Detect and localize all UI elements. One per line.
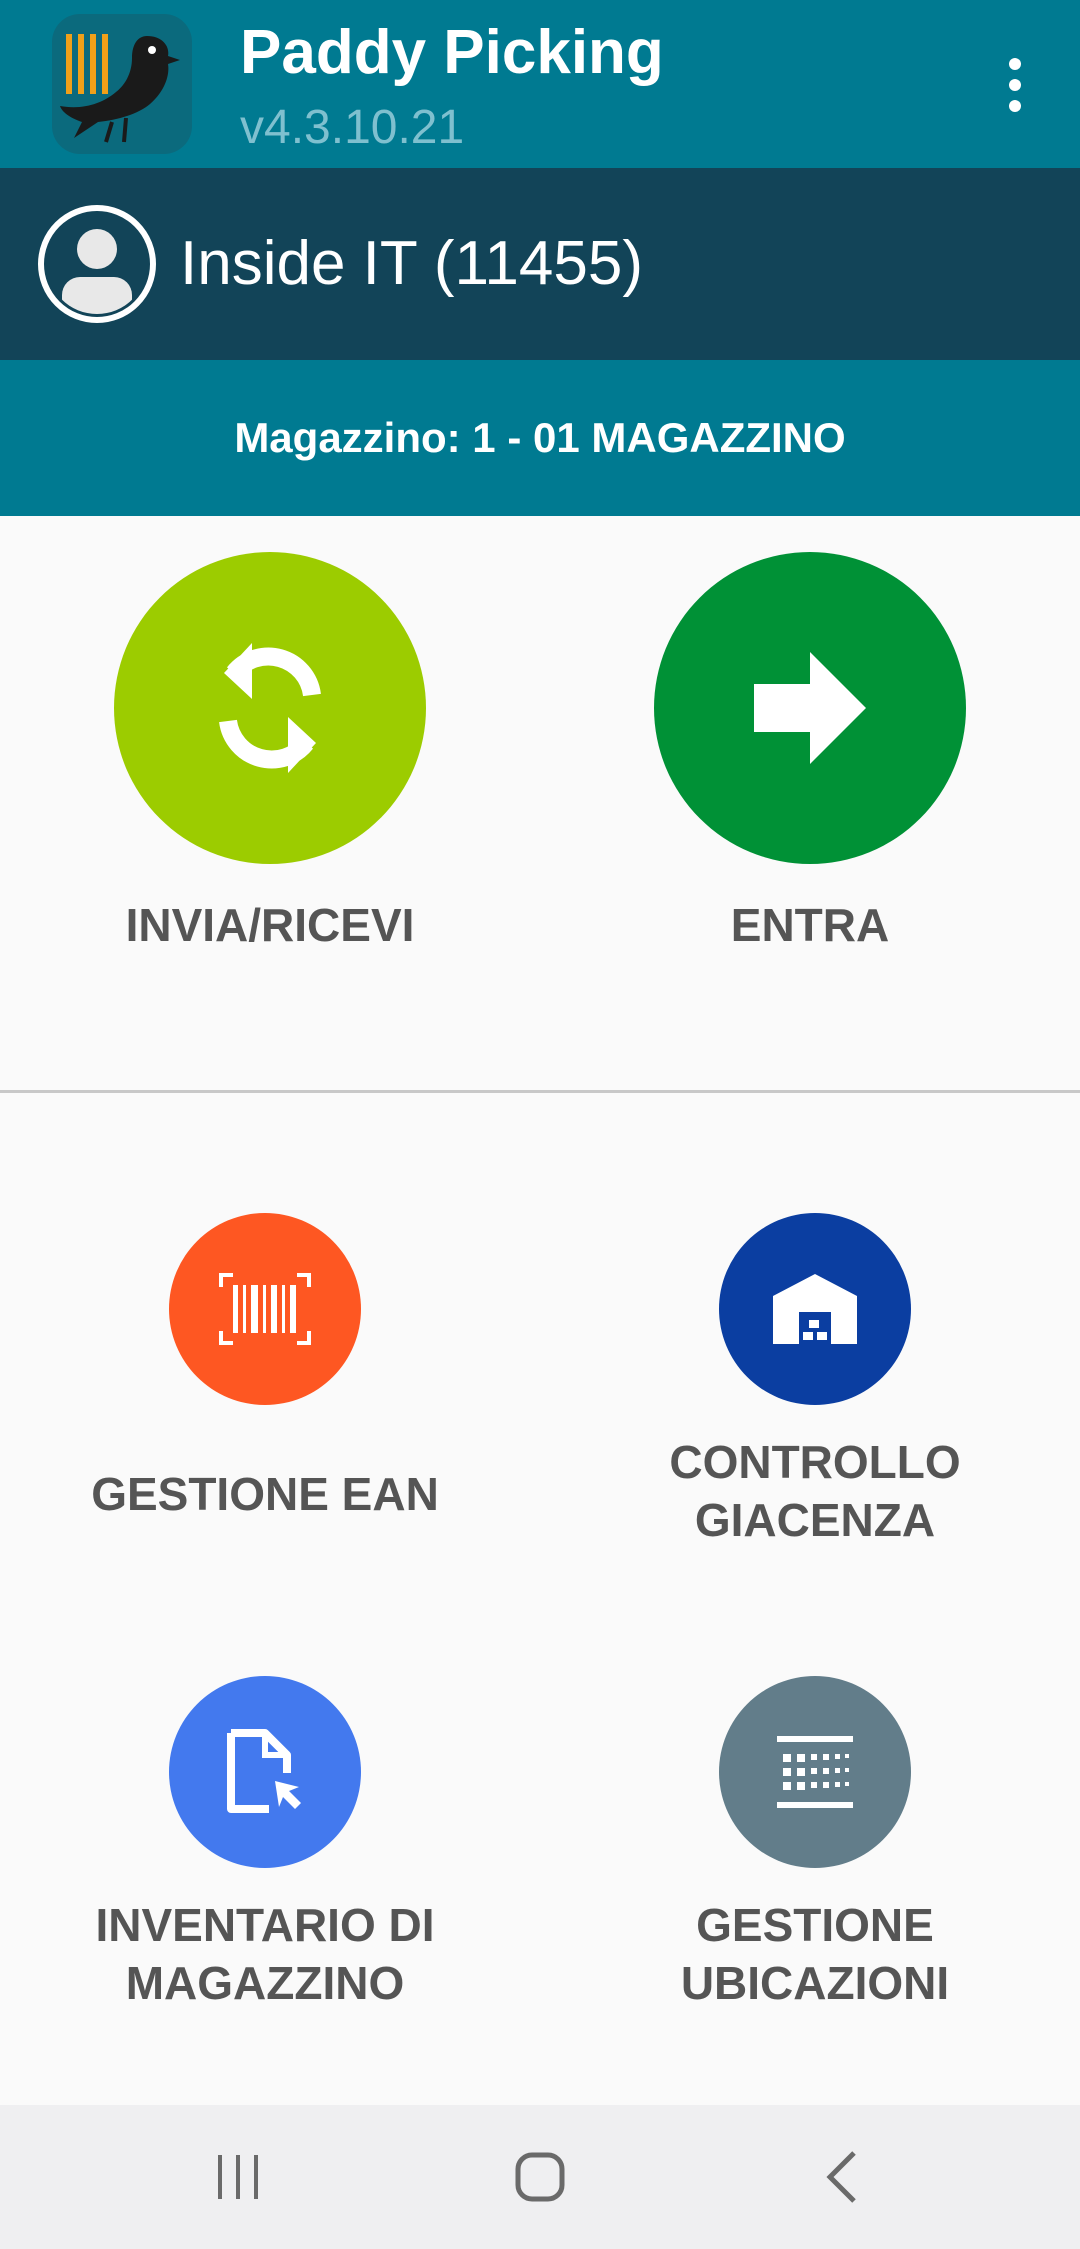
warehouse-inventory-button[interactable]: INVENTARIO DI MAGAZZINO [60,1676,470,2012]
more-vert-icon [1009,58,1021,70]
barcode-icon [169,1213,361,1405]
back-icon [826,2151,856,2203]
send-receive-label: INVIA/RICEVI [125,899,415,951]
warehouse-label: Magazzino: 1 - 01 MAGAZZINO [234,414,846,461]
ean-management-label: GESTIONE EAN [91,1468,439,1520]
shelf-grid-icon [719,1676,911,1868]
home-icon [515,2152,565,2202]
enter-label: ENTRA [730,899,890,951]
warehouse-inventory-label: INVENTARIO DI MAGAZZINO [95,1899,435,2009]
send-receive-button[interactable]: INVIA/RICEVI [90,552,450,954]
overflow-menu-button[interactable] [990,50,1040,120]
section-divider [0,1090,1080,1093]
stock-check-label: CONTROLLO GIACENZA [669,1436,961,1546]
locations-management-button[interactable]: GESTIONE UBICAZIONI [610,1676,1020,2012]
system-nav-bar [0,2105,1080,2249]
app-bar: Paddy Picking v4.3.10.21 [0,0,1080,168]
app-version: v4.3.10.21 [240,101,465,154]
recents-icon [218,2155,258,2199]
warehouse-icon [719,1213,911,1405]
more-vert-icon [1009,100,1021,112]
user-avatar-icon[interactable] [36,203,158,325]
arrow-right-icon [654,552,966,864]
back-button[interactable] [802,2141,882,2213]
app-title: Paddy Picking [240,18,664,87]
user-name: Inside IT (11455) [180,229,643,298]
ean-management-button[interactable]: GESTIONE EAN [60,1213,470,1523]
home-button[interactable] [500,2141,580,2213]
warehouse-bar: Magazzino: 1 - 01 MAGAZZINO [0,360,1080,516]
enter-button[interactable]: ENTRA [630,552,990,954]
user-bar: Inside IT (11455) [0,168,1080,360]
sync-icon [114,552,426,864]
document-cursor-icon [169,1676,361,1868]
app-logo [52,14,192,154]
more-vert-icon [1009,79,1021,91]
recents-button[interactable] [198,2141,278,2213]
stock-check-button[interactable]: CONTROLLO GIACENZA [610,1213,1020,1549]
locations-management-label: GESTIONE UBICAZIONI [680,1899,950,2009]
